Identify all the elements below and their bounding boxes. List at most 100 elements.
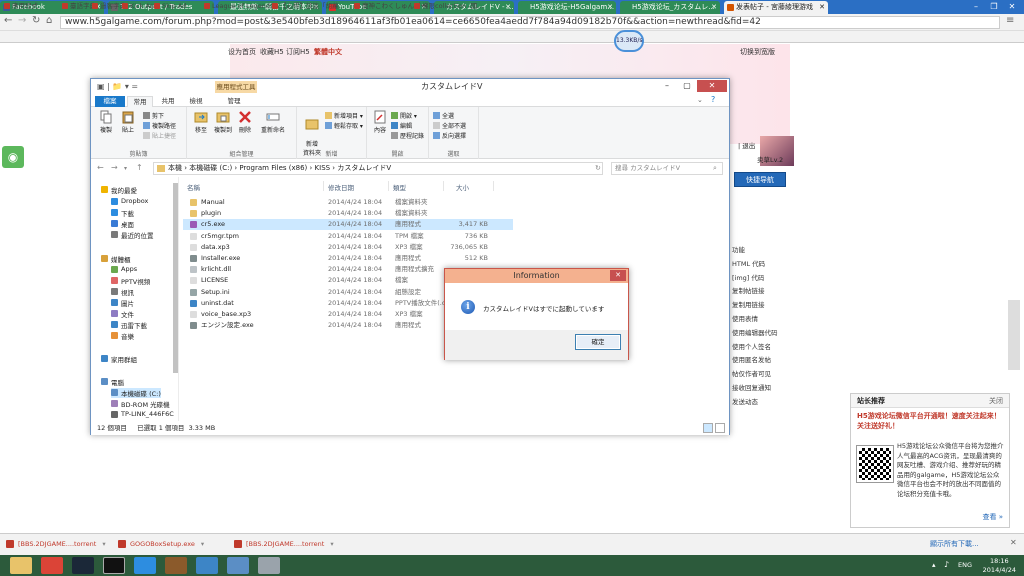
switch-width-link[interactable]: 切换到宽版 [740, 47, 775, 57]
quick-access-toolbar[interactable]: ▣ | 📁 ▾ = [97, 82, 138, 91]
sidebar-option[interactable]: 使用表情 [732, 313, 758, 323]
bookmark-item[interactable]: Kick Ass [122, 1, 157, 11]
sidebar-option[interactable]: 接收回复通知 [732, 382, 771, 392]
sidebar-option[interactable]: 使用个人签名 [732, 341, 771, 351]
select-all-button[interactable]: 全選 [433, 111, 454, 120]
copy-button[interactable]: 複製 [97, 110, 115, 134]
ok-button[interactable]: 確定 [575, 334, 621, 350]
menu-icon[interactable]: ≡ [1006, 15, 1014, 26]
bookmark-item[interactable]: 臺語字典 [62, 1, 96, 11]
chevron-down-icon[interactable]: ⌄ [697, 96, 703, 104]
nav-item[interactable]: 桌面 [111, 219, 134, 229]
close-icon[interactable]: ✕ [1010, 538, 1017, 547]
minimize-icon[interactable]: – [657, 80, 677, 92]
browser-tab[interactable]: H5游戏论坛-H5Galgame... ✕ [518, 1, 616, 14]
volume-icon[interactable]: ♪ [944, 560, 949, 569]
help-icon[interactable]: ? [711, 95, 715, 104]
edit-button[interactable]: 編輯 [391, 121, 412, 130]
close-icon[interactable]: ✕ [1006, 1, 1018, 13]
column-type[interactable]: 類型 [393, 182, 406, 192]
logout-link[interactable]: | 退出 [738, 140, 755, 150]
bookmark-item[interactable]: Skip Ad [154, 1, 186, 11]
rename-button[interactable]: 重新命名 [257, 110, 289, 134]
promo-title[interactable]: H5游戏论坛微信平台开通啦！速度关注起来！关注送好礼！ [857, 411, 1007, 431]
copy-path-button[interactable]: 複製路徑 [143, 121, 176, 130]
bookmark-item[interactable]: 過客字典 [92, 1, 126, 11]
download-item[interactable]: GOGOBoxSetup.exe ▾ [116, 537, 204, 551]
select-none-button[interactable]: 全部不選 [433, 121, 466, 130]
nav-item[interactable]: 視訊 [111, 287, 134, 297]
search-input[interactable]: 搜尋 カスタムレイドV [611, 162, 723, 175]
browser-tab[interactable]: 发表帖子 - 宮藤綾理游戏 ✕ [724, 1, 828, 14]
nav-item[interactable]: 我的最愛 [101, 185, 137, 195]
details-view-icon[interactable] [703, 423, 713, 433]
bookmark-item[interactable]: 權限collection -國... [414, 1, 483, 11]
recent-locations-icon[interactable]: ▾ [124, 165, 127, 172]
paste-shortcut-button[interactable]: 貼上捷徑 [143, 131, 176, 140]
airplane-app-icon[interactable] [196, 557, 218, 574]
url-input[interactable]: www.h5galgame.com/forum.php?mod=post&3e5… [60, 16, 1000, 29]
show-all-downloads-link[interactable]: 顯示所有下載... [930, 537, 979, 551]
home-icon[interactable]: ⌂ [46, 15, 52, 26]
network-app-icon[interactable] [134, 557, 156, 574]
steam-icon[interactable] [72, 557, 94, 574]
tab-close-icon[interactable]: ✕ [711, 1, 717, 13]
download-item[interactable]: [BBS.2DJGAME....torrent ▾ [4, 537, 106, 551]
wechat-icon[interactable]: ◉ [2, 146, 24, 168]
file-row[interactable]: plugin 2014/4/24 18:04 檔案資料夾 [183, 208, 513, 219]
monitor-app-icon[interactable] [258, 557, 280, 574]
bookmark-item[interactable]: 應用程式 [4, 1, 38, 11]
column-date[interactable]: 修改日期 [328, 182, 354, 192]
tab-home[interactable]: 常用 [127, 96, 153, 107]
restore-icon[interactable]: ❐ [988, 1, 1000, 13]
column-name[interactable]: 名稱 [187, 182, 200, 192]
search-icon[interactable]: ⌕ [713, 164, 717, 173]
cut-button[interactable]: 剪下 [143, 111, 164, 120]
open-button[interactable]: 開啟 ▾ [391, 111, 417, 120]
file-row[interactable]: data.xp3 2014/4/24 18:04 XP3 檔案 736,065 KB [183, 242, 513, 253]
tab-manage[interactable]: 管理 [217, 96, 251, 107]
close-icon[interactable]: ✕ [610, 270, 626, 281]
move-to-button[interactable]: 移至 [191, 110, 211, 134]
cmd-icon[interactable] [103, 557, 125, 574]
subscribe-link[interactable]: 订阅H5 [286, 47, 310, 57]
minecraft-icon[interactable] [165, 557, 187, 574]
nav-item[interactable]: 家用群組 [101, 354, 137, 364]
nav-item[interactable]: 最近的位置 [111, 230, 154, 240]
tab-close-icon[interactable]: ✕ [819, 1, 825, 13]
set-homepage-link[interactable]: 设为首页 [228, 47, 256, 57]
chevron-down-icon[interactable]: ▾ [201, 540, 204, 548]
promo-more-link[interactable]: 查看 » [982, 512, 1003, 522]
promo-close-button[interactable]: 关闭 [989, 394, 1003, 408]
minimize-icon[interactable]: – [970, 1, 982, 13]
favorite-link[interactable]: 收藏H5 [260, 47, 284, 57]
sidebar-option[interactable]: HTML 代码 [732, 258, 765, 268]
forward-icon[interactable]: → [18, 15, 26, 26]
tab-file[interactable]: 檔案 [95, 96, 125, 107]
file-row[interactable]: cr5.exe 2014/4/24 18:04 應用程式 3,417 KB [183, 219, 513, 231]
file-row[interactable]: Installer.exe 2014/4/24 18:04 應用程式 512 KB [183, 253, 513, 264]
chevron-down-icon[interactable]: ▾ [102, 540, 105, 548]
properties-button[interactable]: 內容 [371, 110, 389, 134]
tab-share[interactable]: 共用 [155, 96, 181, 107]
new-item-button[interactable]: 新增項目 ▾ [325, 111, 363, 120]
nav-item[interactable]: Dropbox [111, 197, 148, 205]
close-icon[interactable]: ✕ [697, 80, 727, 92]
traditional-chinese-link[interactable]: 繁體中文 [314, 47, 342, 57]
nav-item[interactable]: TP-LINK_446F6C [111, 410, 174, 418]
remote-desktop-icon[interactable] [227, 557, 249, 574]
tray-arrow-icon[interactable]: ▴ [932, 561, 936, 569]
nav-item[interactable]: PPTV視頻 [111, 276, 150, 286]
refresh-icon[interactable]: ↻ [595, 164, 601, 172]
copy-to-button[interactable]: 複製到 [213, 110, 233, 134]
back-icon[interactable]: ← [97, 163, 104, 172]
nav-item[interactable]: 音樂 [111, 331, 134, 341]
sidebar-option[interactable]: 帖仅作者可见 [732, 368, 771, 378]
forward-icon[interactable]: → [111, 163, 118, 172]
sidebar-option[interactable]: 复制用链接 [732, 299, 765, 309]
easy-access-button[interactable]: 輕鬆存取 ▾ [325, 121, 363, 130]
scrollbar[interactable] [173, 183, 178, 373]
nav-item[interactable]: 媒體櫃 [101, 254, 131, 264]
back-icon[interactable]: ← [4, 15, 12, 26]
browser-tab[interactable]: H5游戏论坛_カスタムレ... ✕ [620, 1, 720, 14]
